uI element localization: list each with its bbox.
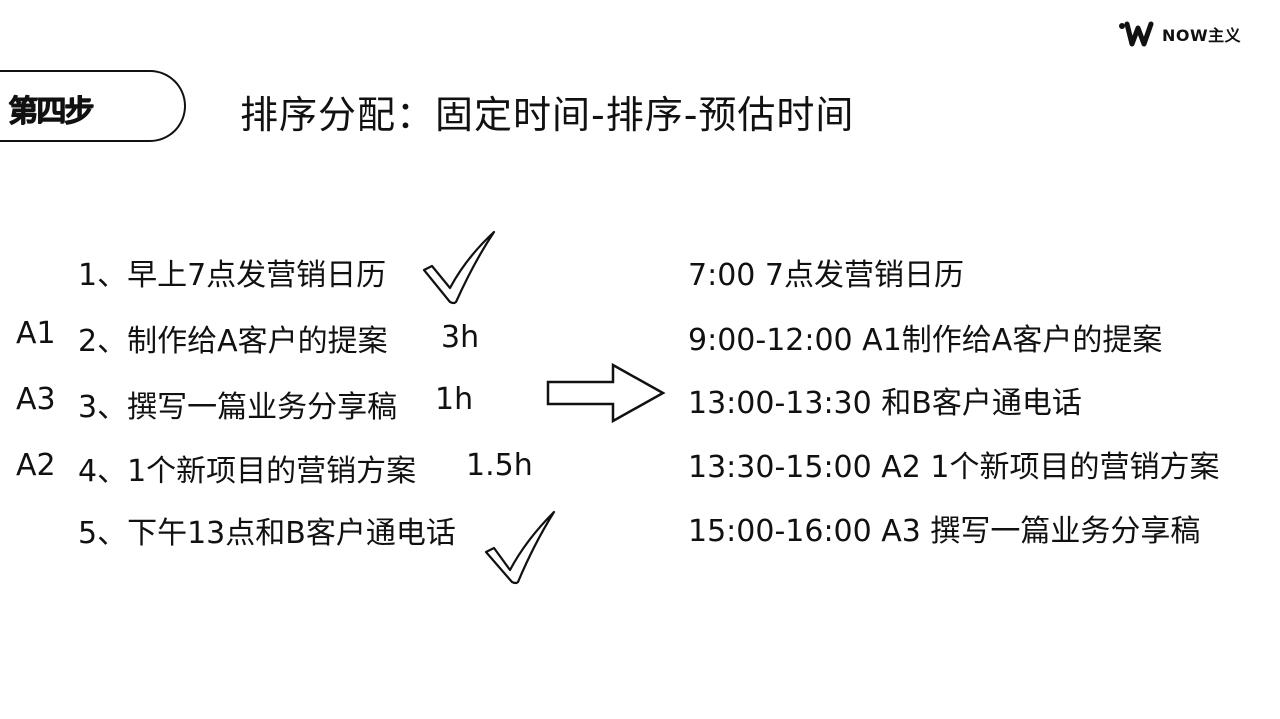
now-wave-logo-icon <box>1119 21 1154 47</box>
check-mark-icon <box>422 230 496 305</box>
schedule-item-2: 9:00-12:00 A1制作给A客户的提案 <box>688 323 1163 358</box>
check-mark-icon <box>484 510 556 585</box>
page-title: 排序分配：固定时间-排序-预估时间 <box>240 93 855 137</box>
task-item-1: 1、早上7点发营销日历 <box>78 258 387 293</box>
task-item-2: 2、制作给A客户的提案 <box>78 324 388 359</box>
schedule-item-1: 7:00 7点发营销日历 <box>688 258 964 293</box>
task-code-2: A1 <box>16 316 56 351</box>
brand-name: NOW主义 <box>1162 26 1242 45</box>
schedule-item-4: 13:30-15:00 A2 1个新项目的营销方案 <box>688 450 1220 485</box>
brand-logo: NOW主义 <box>1118 18 1268 50</box>
task-duration-3: 1h <box>435 382 474 417</box>
task-item-5: 5、下午13点和B客户通电话 <box>78 516 456 551</box>
schedule-item-3: 13:00-13:30 和B客户通电话 <box>688 386 1082 421</box>
right-arrow-icon <box>546 362 666 424</box>
schedule-item-5: 15:00-16:00 A3 撰写一篇业务分享稿 <box>688 514 1201 549</box>
task-code-3: A3 <box>16 382 56 417</box>
task-item-4: 4、1个新项目的营销方案 <box>78 454 417 489</box>
task-duration-2: 3h <box>441 320 480 355</box>
task-duration-4: 1.5h <box>466 448 533 483</box>
task-item-3: 3、撰写一篇业务分享稿 <box>78 390 398 425</box>
step-label: 第四步 <box>8 94 94 129</box>
task-code-4: A2 <box>16 448 56 483</box>
